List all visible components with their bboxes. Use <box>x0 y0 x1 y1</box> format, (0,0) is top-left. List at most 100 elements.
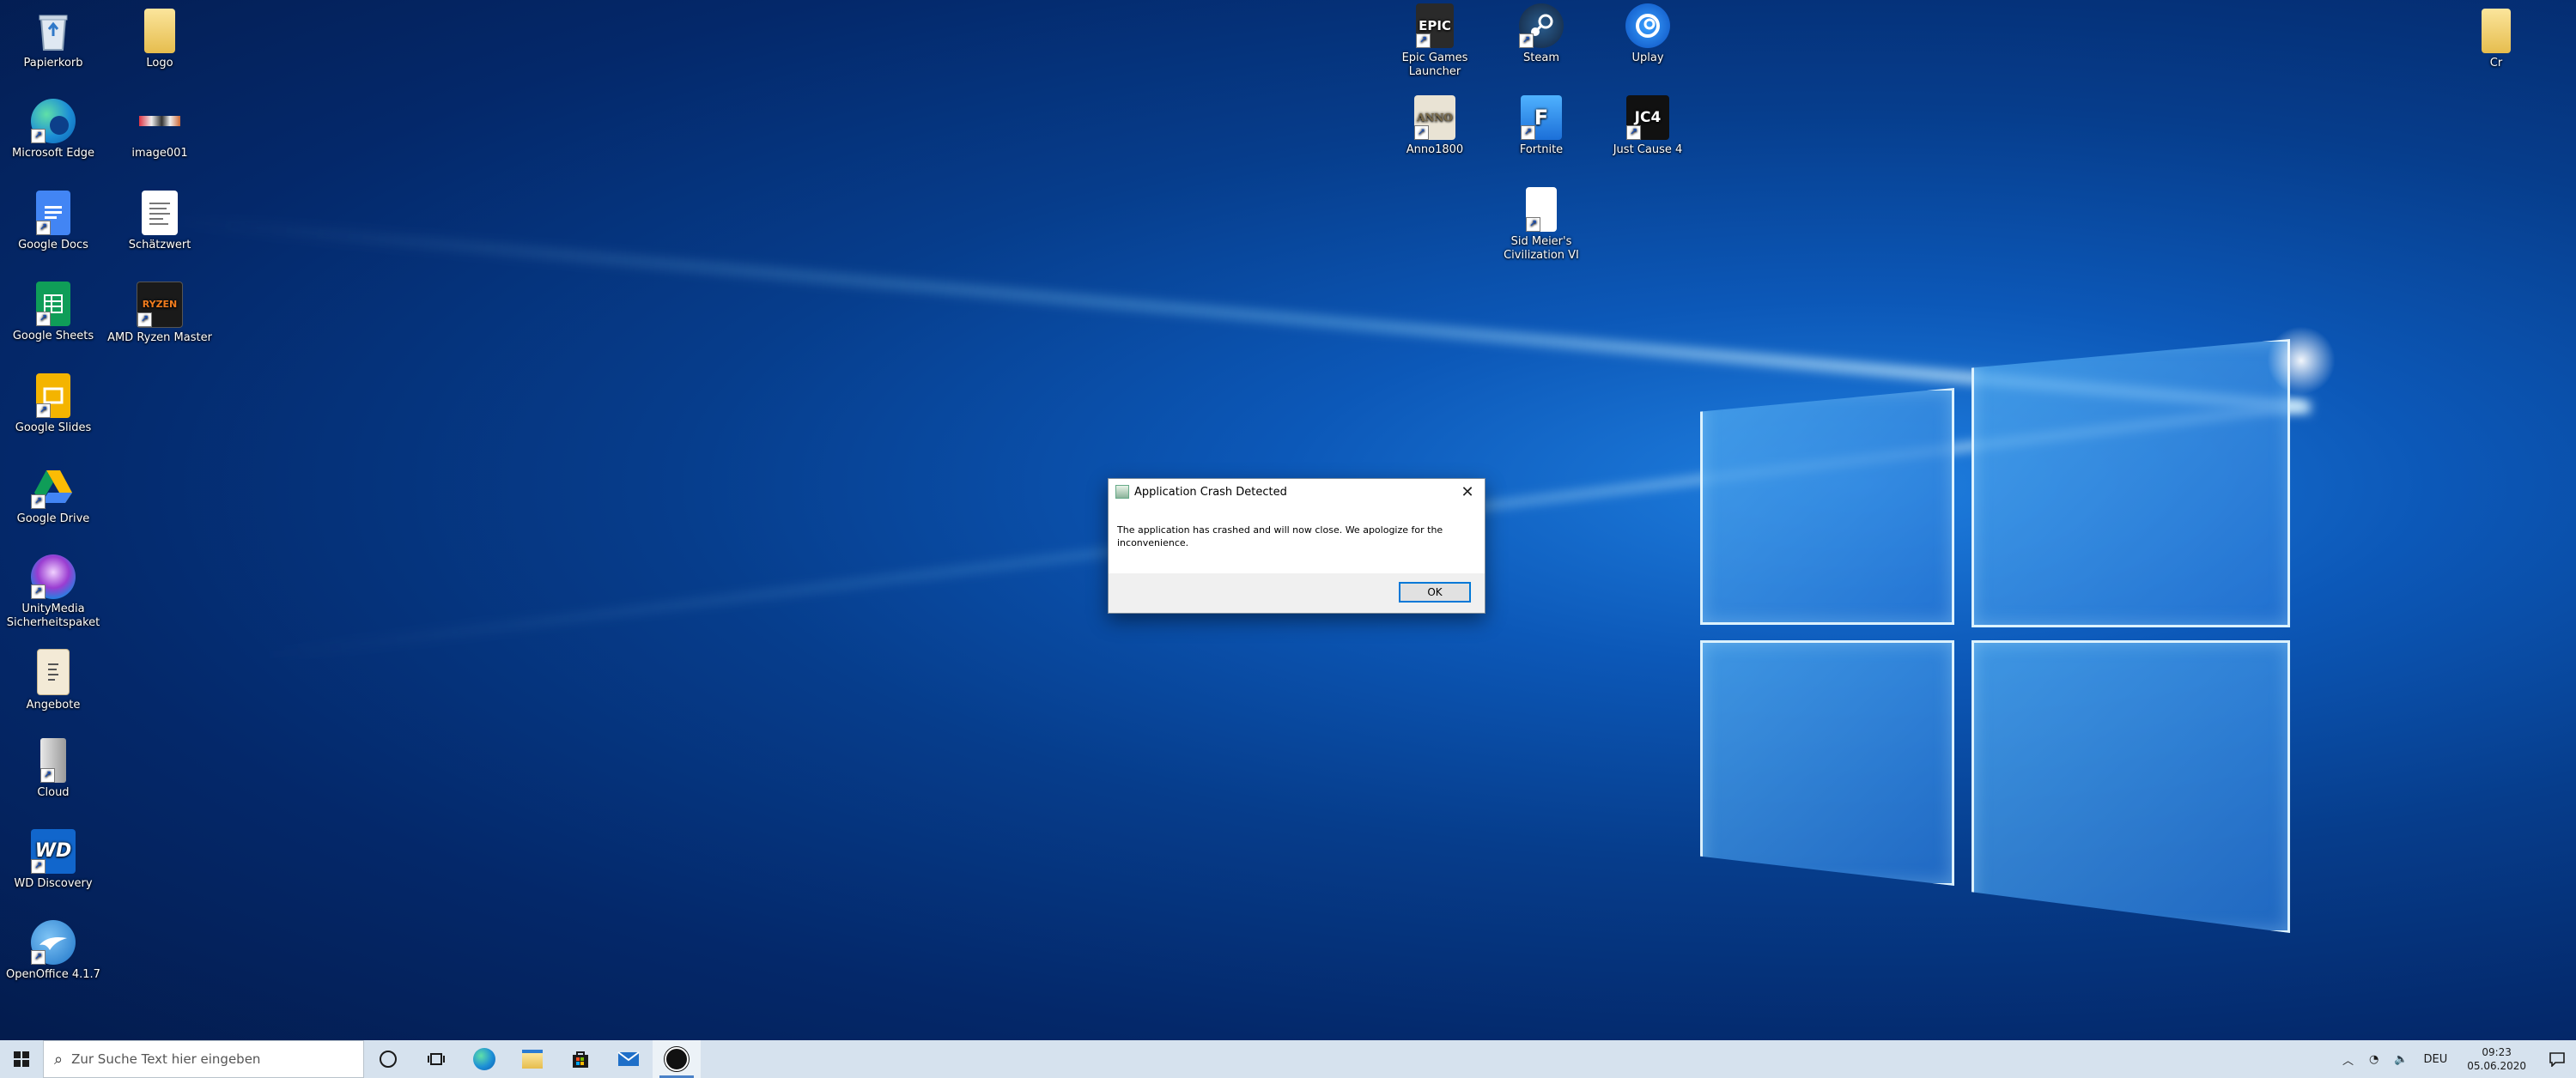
taskbar-edge-button[interactable] <box>460 1040 508 1078</box>
epic-logo-text: EPIC <box>1419 18 1451 33</box>
dialog-message: The application has crashed and will now… <box>1117 524 1443 548</box>
ryzen-logo-text: RYZEN <box>142 299 178 310</box>
action-center-button[interactable] <box>2538 1040 2576 1078</box>
desktop-icon-just-cause-4[interactable]: JC4 ↗ Just Cause 4 <box>1595 95 1701 157</box>
desktop-icon-cr-folder[interactable]: Cr <box>2443 9 2549 70</box>
shortcut-arrow-icon: ↗ <box>36 312 51 326</box>
desktop-icon-label: Just Cause 4 <box>1613 143 1683 156</box>
cortana-button[interactable] <box>364 1040 412 1078</box>
desktop-icon-label: Logo <box>146 57 173 70</box>
speaker-icon[interactable]: 🔈 <box>2386 1053 2415 1066</box>
shortcut-arrow-icon: ↗ <box>40 768 55 783</box>
language-indicator[interactable]: DEU <box>2416 1053 2456 1066</box>
windows-start-icon <box>14 1051 29 1067</box>
desktop-icon-label: Epic Games Launcher <box>1401 51 1468 78</box>
edge-icon <box>473 1048 495 1070</box>
uplay-icon <box>1625 3 1670 48</box>
wd-discovery-icon: WD ↗ <box>31 829 76 874</box>
light-glow <box>2267 326 2336 395</box>
desktop-icon-google-drive[interactable]: ↗ Google Drive <box>0 464 106 526</box>
taskbar-file-explorer-button[interactable] <box>508 1040 556 1078</box>
openoffice-icon: ↗ <box>31 920 76 965</box>
dialog-title: Application Crash Detected <box>1134 485 1287 499</box>
desktop-icon-label: Google Drive <box>16 512 90 525</box>
shortcut-arrow-icon: ↗ <box>31 950 46 965</box>
taskbar-unreal-app-button[interactable] <box>653 1040 701 1078</box>
taskbar-search-box[interactable]: ⌕ Zur Suche Text hier eingeben <box>43 1040 364 1078</box>
desktop-icon-epic-games[interactable]: EPIC ↗ Epic Games Launcher <box>1382 3 1488 79</box>
desktop-icon-label: Uplay <box>1631 51 1664 64</box>
just-cause-icon: JC4 ↗ <box>1626 95 1669 140</box>
desktop-icon-steam[interactable]: ↗ Steam <box>1488 3 1595 65</box>
shortcut-arrow-icon: ↗ <box>1521 125 1535 140</box>
chevron-up-icon[interactable]: ︿ <box>2335 1051 2361 1068</box>
desktop-icon-unitymedia[interactable]: ↗ UnityMedia Sicherheitspaket <box>0 554 106 630</box>
desktop-icon-fortnite[interactable]: F ↗ Fortnite <box>1488 95 1595 157</box>
desktop-icon-label: Google Sheets <box>12 330 94 342</box>
store-icon <box>573 1051 588 1068</box>
network-icon[interactable]: ◔ <box>2361 1053 2386 1066</box>
desktop-icon-openoffice[interactable]: ↗ OpenOffice 4.1.7 <box>0 920 106 982</box>
desktop-icon-google-sheets[interactable]: ↗ Google Sheets <box>0 282 106 343</box>
ryzen-master-icon: RYZEN ↗ <box>137 282 183 328</box>
desktop-icon-google-docs[interactable]: ↗ Google Docs <box>0 191 106 252</box>
shortcut-arrow-icon: ↗ <box>1519 33 1534 48</box>
desktop-icon-label: Cloud <box>37 786 70 799</box>
close-button[interactable]: ✕ <box>1450 479 1485 505</box>
dialog-footer: OK <box>1109 573 1485 613</box>
task-view-button[interactable] <box>412 1040 460 1078</box>
taskbar: ⌕ Zur Suche Text hier eingeben ︿ ◔ 🔈 DEU… <box>0 1040 2576 1078</box>
desktop-icon-wd-discovery[interactable]: WD ↗ WD Discovery <box>0 829 106 891</box>
desktop-icon-recycle-bin[interactable]: Papierkorb <box>0 9 106 70</box>
desktop-icon-anno1800[interactable]: ANNO ↗ Anno1800 <box>1382 95 1488 157</box>
shortcut-arrow-icon: ↗ <box>31 129 46 143</box>
desktop-icon-google-slides[interactable]: ↗ Google Slides <box>0 373 106 435</box>
desktop-icon-label: AMD Ryzen Master <box>107 331 212 344</box>
shortcut-arrow-icon: ↗ <box>31 584 46 599</box>
steam-icon: ↗ <box>1519 3 1564 48</box>
google-docs-icon: ↗ <box>36 191 70 235</box>
desktop-icon-amd-ryzen-master[interactable]: RYZEN ↗ AMD Ryzen Master <box>106 282 213 345</box>
desktop-icon-image001[interactable]: image001 <box>106 99 213 160</box>
ok-button[interactable]: OK <box>1399 582 1471 603</box>
google-slides-icon: ↗ <box>36 373 70 418</box>
desktop-icon-civilization-vi[interactable]: ↗ Sid Meier's Civilization VI <box>1488 187 1595 263</box>
shortcut-arrow-icon: ↗ <box>31 494 46 509</box>
file-explorer-icon <box>522 1050 543 1069</box>
clock-time: 09:23 <box>2482 1046 2512 1058</box>
unreal-engine-icon <box>665 1047 689 1071</box>
system-tray: ︿ ◔ 🔈 DEU 09:23 05.06.2020 <box>2335 1040 2576 1078</box>
shortcut-arrow-icon: ↗ <box>36 403 51 418</box>
recycle-bin-icon <box>31 9 76 53</box>
desktop-icon-label: WD Discovery <box>14 877 93 890</box>
google-drive-icon: ↗ <box>31 464 76 509</box>
desktop-icon-uplay[interactable]: Uplay <box>1595 3 1701 65</box>
search-placeholder: Zur Suche Text hier eingeben <box>71 1051 261 1067</box>
desktop-icon-label: Microsoft Edge <box>11 147 94 160</box>
desktop-icon-microsoft-edge[interactable]: ↗ Microsoft Edge <box>0 99 106 160</box>
desktop-icon-cloud[interactable]: ↗ Cloud <box>0 738 106 800</box>
google-sheets-icon: ↗ <box>36 282 70 326</box>
shortcut-arrow-icon: ↗ <box>1416 33 1431 48</box>
taskbar-mail-button[interactable] <box>605 1040 653 1078</box>
desktop-icon-label: Google Docs <box>18 239 88 251</box>
desktop-icon-angebote[interactable]: Angebote <box>0 649 106 712</box>
crash-dialog: Application Crash Detected ✕ The applica… <box>1108 478 1485 614</box>
desktop-icon-label: Steam <box>1523 51 1559 64</box>
desktop-icon-label: Anno1800 <box>1406 143 1464 156</box>
desktop-icon-label: Fortnite <box>1519 143 1564 156</box>
clock[interactable]: 09:23 05.06.2020 <box>2455 1045 2538 1073</box>
taskbar-store-button[interactable] <box>556 1040 605 1078</box>
dialog-title-bar[interactable]: Application Crash Detected ✕ <box>1109 479 1485 505</box>
desktop-icon-label: UnityMedia Sicherheitspaket <box>6 603 100 629</box>
desktop-icon-label: Papierkorb <box>23 57 83 70</box>
desktop-icon-label: Cr <box>2489 57 2503 70</box>
desktop-icon-label: Sid Meier's Civilization VI <box>1504 235 1579 262</box>
shortcut-arrow-icon: ↗ <box>1626 125 1641 140</box>
desktop-icon-logo-folder[interactable]: Logo <box>106 9 213 70</box>
desktop-icon-label: Schätzwert <box>128 239 191 251</box>
desktop-icon-schaetzwert[interactable]: Schätzwert <box>106 191 213 252</box>
civilization-icon: ↗ <box>1526 187 1557 232</box>
edge-icon: ↗ <box>31 99 76 143</box>
start-button[interactable] <box>0 1040 43 1078</box>
